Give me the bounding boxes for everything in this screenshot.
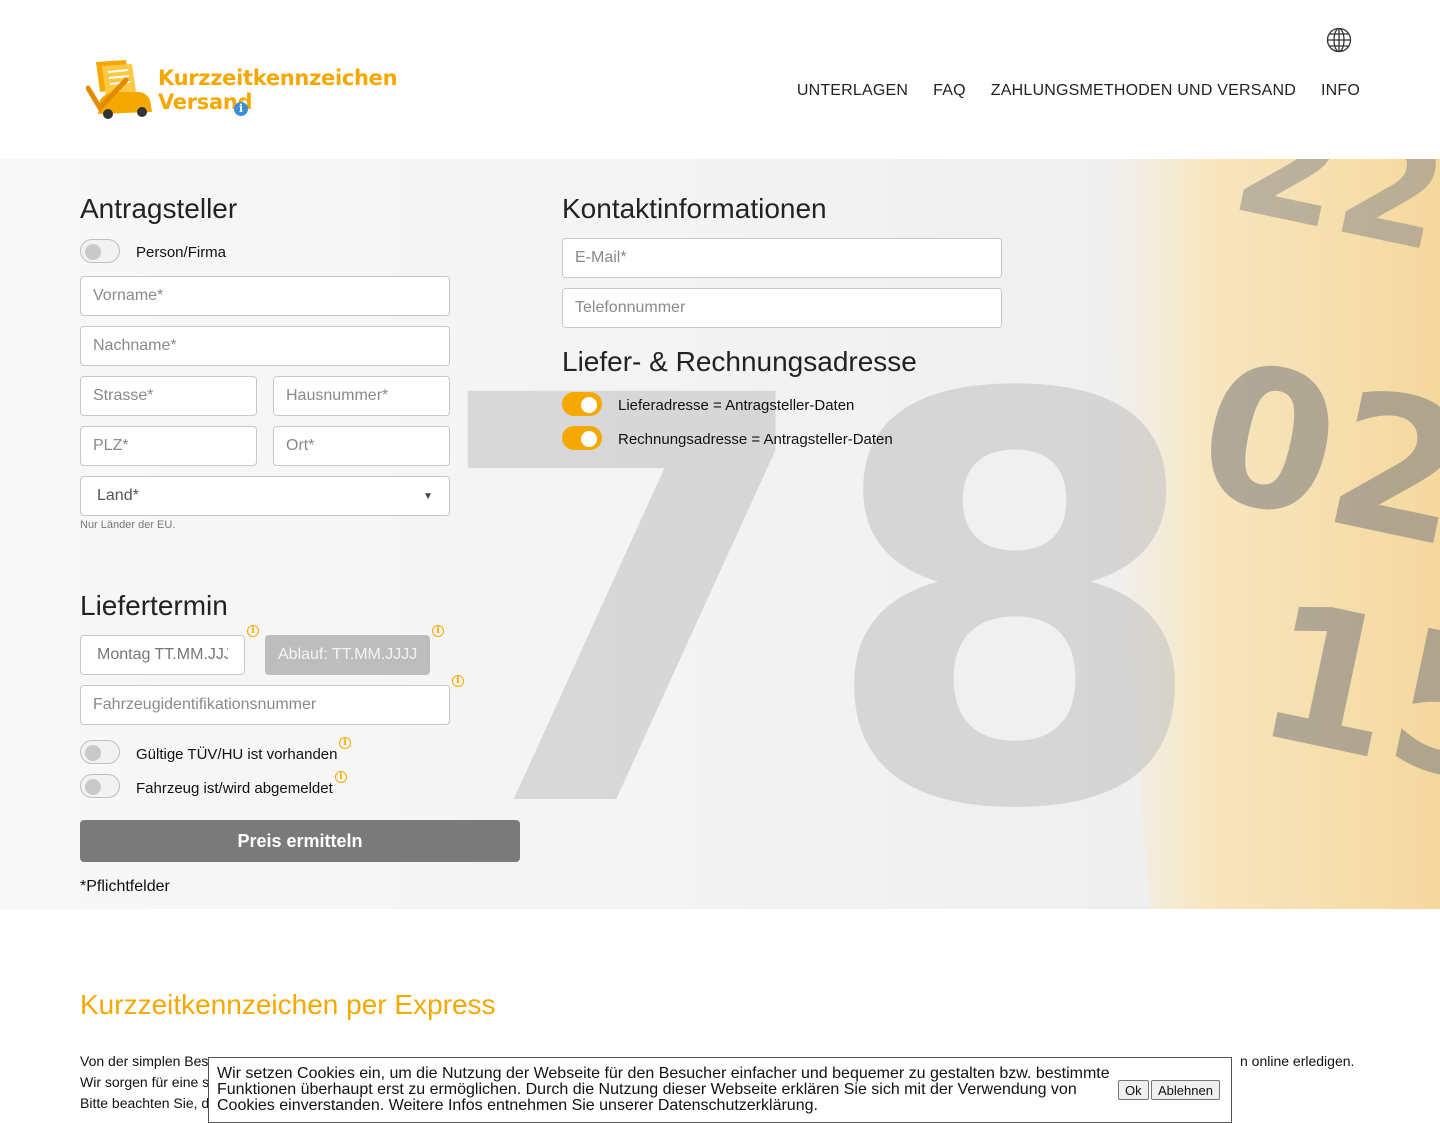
ablauf-date-field: Ablauf: TT.MM.JJJJ: [265, 635, 430, 675]
site-logo[interactable]: Kurzzeitkennzeichen Versand i: [86, 58, 398, 120]
tuev-label: Gültige TÜV/HU ist vorhanden: [136, 746, 338, 763]
express-paragraph-line-1: Von der simplen Bes: [80, 1053, 208, 1069]
nav-info[interactable]: INFO: [1321, 82, 1360, 100]
ort-input[interactable]: [273, 426, 450, 466]
land-select-value: Land*: [97, 487, 139, 504]
adresse-heading: Liefer- & Rechnungsadresse: [562, 346, 917, 377]
globe-icon[interactable]: [1326, 27, 1352, 53]
rechnungsadresse-label: Rechnungsadresse = Antragsteller-Daten: [618, 431, 893, 448]
pflichtfelder-note: *Pflichtfelder: [80, 878, 170, 895]
express-line-1-start: Von der simplen Bes: [80, 1053, 209, 1069]
info-icon[interactable]: i: [247, 625, 259, 637]
nachname-input[interactable]: [80, 326, 450, 366]
logo-info-icon: i: [234, 102, 248, 116]
kontakt-heading: Kontaktinformationen: [562, 193, 827, 224]
rechnungsadresse-toggle[interactable]: [562, 426, 602, 450]
liefertermin-date-value: Montag TT.MM.JJJJ: [97, 646, 228, 663]
liefertermin-heading: Liefertermin: [80, 590, 228, 621]
cookie-ok-button[interactable]: Ok: [1118, 1080, 1149, 1100]
cookie-ablehnen-button[interactable]: Ablehnen: [1151, 1080, 1220, 1100]
abgemeldet-label: Fahrzeug ist/wird abgemeldet: [136, 780, 333, 797]
site-header: Kurzzeitkennzeichen Versand i UNTERLAGEN…: [0, 0, 1440, 159]
cookie-text: Wir setzen Cookies ein, um die Nutzung d…: [217, 1065, 1110, 1114]
toggle-knob: [85, 244, 101, 260]
form-content: Antragsteller Person/Firma Land* ▼ Nur L…: [0, 159, 1440, 909]
fin-input[interactable]: [80, 685, 450, 725]
express-paragraph-line-1-end: n online erledigen.: [1240, 1053, 1355, 1069]
info-icon[interactable]: i: [335, 771, 347, 783]
toggle-knob: [85, 745, 101, 761]
express-heading: Kurzzeitkennzeichen per Express: [80, 989, 496, 1020]
lieferadresse-label: Lieferadresse = Antragsteller-Daten: [618, 397, 855, 414]
ablauf-date-value: Ablauf: TT.MM.JJJJ: [278, 646, 418, 663]
toggle-knob: [581, 431, 597, 447]
express-paragraph-line-2: Wir sorgen für eine s: [80, 1074, 210, 1090]
logo-line-2: Versand: [158, 90, 253, 114]
logo-wordmark: Kurzzeitkennzeichen Versand: [158, 66, 398, 114]
land-select[interactable]: Land* ▼: [80, 476, 450, 516]
toggle-knob: [85, 779, 101, 795]
tuev-toggle[interactable]: [80, 740, 120, 764]
info-icon[interactable]: i: [452, 675, 464, 687]
nav-unterlagen[interactable]: UNTERLAGEN: [797, 82, 908, 100]
main-nav: UNTERLAGEN FAQ ZAHLUNGSMETHODEN UND VERS…: [797, 82, 1360, 100]
toggle-knob: [581, 397, 597, 413]
person-firma-toggle[interactable]: [80, 239, 120, 263]
hausnummer-input[interactable]: [273, 376, 450, 416]
logo-icon: [86, 60, 152, 119]
abgemeldet-toggle[interactable]: [80, 774, 120, 798]
info-icon[interactable]: i: [432, 625, 444, 637]
chevron-down-icon: ▼: [423, 490, 433, 502]
lieferadresse-toggle[interactable]: [562, 392, 602, 416]
plz-input[interactable]: [80, 426, 257, 466]
preis-ermitteln-button[interactable]: Preis ermitteln: [80, 820, 520, 862]
email-input[interactable]: [562, 238, 1002, 278]
cookie-banner: Wir setzen Cookies ein, um die Nutzung d…: [208, 1057, 1232, 1123]
express-paragraph-line-3: Bitte beachten Sie, d: [80, 1095, 210, 1111]
logo-line-1: Kurzzeitkennzeichen: [158, 66, 398, 90]
order-form-section: 78 22 02 15 Antragsteller Person/Firma L…: [0, 159, 1440, 909]
telefon-input[interactable]: [562, 288, 1002, 328]
info-icon[interactable]: i: [339, 737, 351, 749]
land-hint: Nur Länder der EU.: [80, 519, 176, 531]
person-firma-label: Person/Firma: [136, 244, 227, 261]
nav-zahlungsmethoden[interactable]: ZAHLUNGSMETHODEN UND VERSAND: [991, 82, 1296, 100]
vorname-input[interactable]: [80, 276, 450, 316]
strasse-input[interactable]: [80, 376, 257, 416]
antragsteller-heading: Antragsteller: [80, 193, 238, 224]
liefertermin-date-select[interactable]: Montag TT.MM.JJJJ: [80, 635, 245, 675]
nav-faq[interactable]: FAQ: [933, 82, 966, 100]
